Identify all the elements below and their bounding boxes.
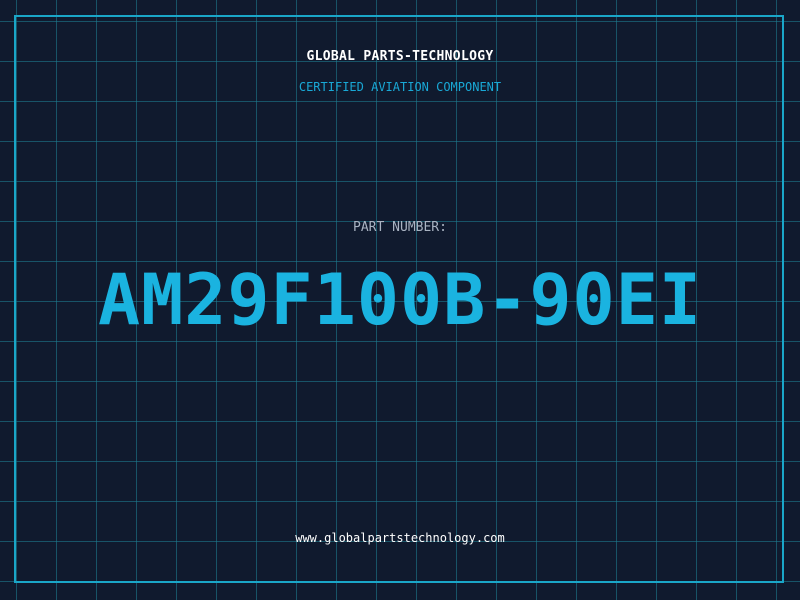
tagline: CERTIFIED AVIATION COMPONENT [298, 80, 502, 94]
label-canvas: GLOBAL PARTS-TECHNOLOGY CERTIFIED AVIATI… [0, 0, 800, 600]
website-url: www.globalpartstechnology.com [295, 531, 505, 545]
part-number-label: PART NUMBER: [353, 220, 447, 235]
company-name: GLOBAL PARTS-TECHNOLOGY [306, 49, 494, 64]
part-number-value: AM29F100B-90EI [97, 259, 702, 341]
